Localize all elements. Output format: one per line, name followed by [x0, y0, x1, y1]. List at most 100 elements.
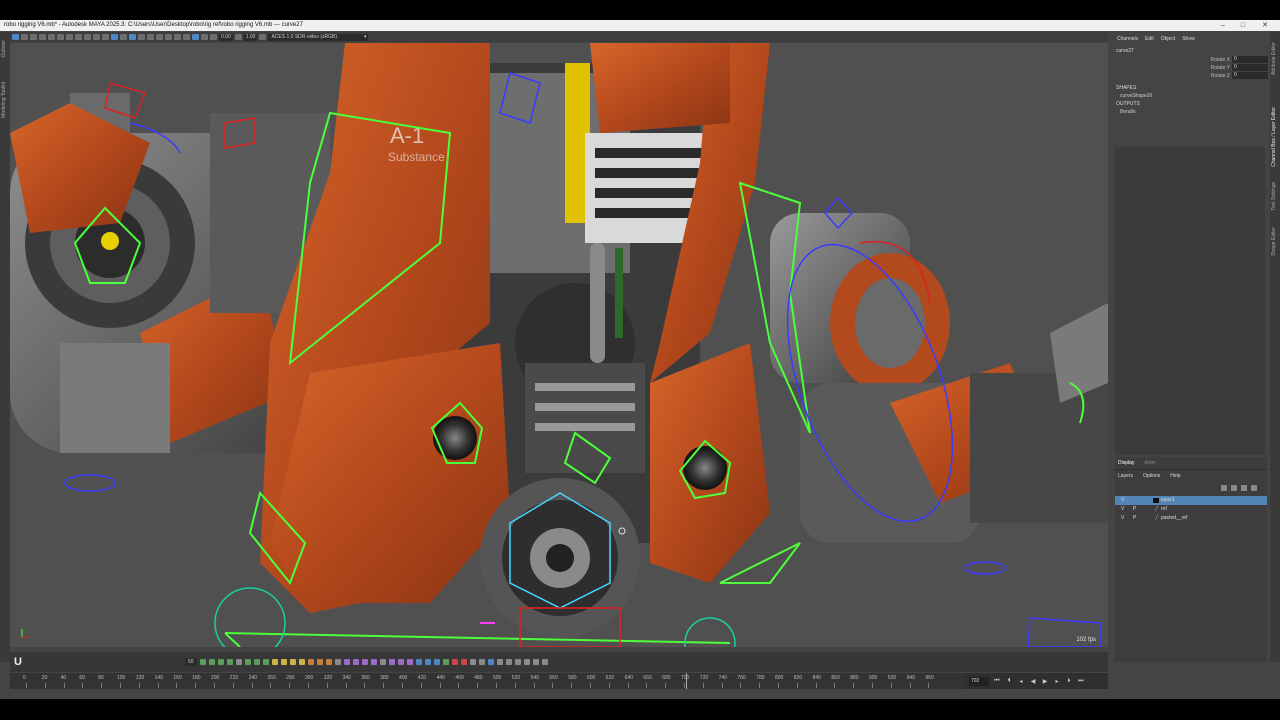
move-layer-up-icon[interactable]	[1221, 485, 1227, 491]
colorspace-select[interactable]: ACES 1.0 SDR-video (sRGB) ▾	[268, 33, 369, 41]
new-empty-layer-icon[interactable]	[1241, 485, 1247, 491]
graph-editor-icon[interactable]	[343, 659, 350, 665]
color-management-icon[interactable]	[259, 34, 267, 40]
anti-aliasing-icon[interactable]	[174, 34, 181, 40]
image-plane-icon[interactable]	[39, 34, 46, 40]
menu-channels[interactable]: Channels	[1117, 36, 1138, 42]
tangent-stepped-icon[interactable]	[334, 659, 341, 665]
bookmark-icon[interactable]	[30, 34, 37, 40]
exposure-field[interactable]: 0.00	[219, 33, 233, 41]
time-editor-icon[interactable]	[370, 659, 377, 665]
maximize-icon[interactable]: □	[1234, 20, 1252, 31]
ghost-icon[interactable]	[379, 659, 386, 665]
3d-viewport[interactable]: A-1 Substance 102 fps	[10, 43, 1108, 647]
layer-row[interactable]: V P ╱ pasted__ref	[1115, 514, 1267, 523]
menu-layers[interactable]: Layers	[1118, 473, 1133, 479]
tangent-flat-icon[interactable]	[325, 659, 332, 665]
go-to-end-icon[interactable]: ⏭	[1077, 678, 1085, 685]
curve-snap-icon[interactable]	[478, 659, 485, 665]
film-gate-icon[interactable]	[57, 34, 64, 40]
step-field[interactable]: 50	[185, 658, 197, 666]
expression-icon[interactable]	[496, 659, 503, 665]
outliner-tab[interactable]: Outliner	[1, 40, 7, 58]
point-constraint-icon[interactable]	[442, 659, 449, 665]
wireframe-icon[interactable]	[102, 34, 109, 40]
layer-playback-toggle[interactable]: P	[1133, 505, 1136, 514]
output-item[interactable]: Bendlo	[1110, 108, 1270, 116]
menu-object[interactable]: Object	[1161, 36, 1175, 42]
shape-editor-tab[interactable]: Shape Editor	[1271, 227, 1277, 256]
menu-edit[interactable]: Edit	[1145, 36, 1154, 42]
step-forward-frame-icon[interactable]: ▸	[1053, 678, 1061, 685]
constraint-icon[interactable]	[415, 659, 422, 665]
set-driven-key-icon[interactable]	[451, 659, 458, 665]
search-icon[interactable]	[541, 659, 548, 665]
menu-help[interactable]: Help	[1170, 473, 1180, 479]
layer-name[interactable]: layer1	[1161, 496, 1175, 505]
move-layer-down-icon[interactable]	[1231, 485, 1237, 491]
tangent-spline-icon[interactable]	[298, 659, 305, 665]
channel-box-tab[interactable]: Channel Box / Layer Editor	[1271, 107, 1277, 167]
resolution-gate-icon[interactable]	[66, 34, 73, 40]
go-to-start-icon[interactable]: ⏮	[993, 678, 1001, 685]
layer-visibility-toggle[interactable]: V	[1121, 514, 1124, 523]
breakdown-icon[interactable]	[262, 659, 269, 665]
move-key-icon[interactable]	[199, 659, 206, 665]
layer-row[interactable]: V P ╱ ref	[1115, 505, 1267, 514]
layer-name[interactable]: pasted__ref	[1161, 514, 1187, 523]
field-chart-icon[interactable]	[84, 34, 91, 40]
layer-row[interactable]: V layer1	[1115, 496, 1267, 505]
layer-name[interactable]: ref	[1161, 505, 1167, 514]
node-editor-icon[interactable]	[514, 659, 521, 665]
menu-options[interactable]: Options	[1143, 473, 1160, 479]
play-forward-icon[interactable]: ▶	[1041, 678, 1049, 685]
hypershade-icon[interactable]	[505, 659, 512, 665]
cache-icon[interactable]	[406, 659, 413, 665]
xray-joints-icon[interactable]	[210, 34, 217, 40]
menu-show[interactable]: Show	[1182, 36, 1195, 42]
xray-icon[interactable]	[201, 34, 208, 40]
layer-visibility-toggle[interactable]: V	[1121, 505, 1124, 514]
play-backward-icon[interactable]: ◀	[1029, 678, 1037, 685]
textured-icon[interactable]	[129, 34, 136, 40]
parent-constraint-icon[interactable]	[424, 659, 431, 665]
depth-of-field-icon[interactable]	[183, 34, 190, 40]
key-selected-icon[interactable]	[253, 659, 260, 665]
region-icon[interactable]	[226, 659, 233, 665]
shadows-icon[interactable]	[147, 34, 154, 40]
tab-anim[interactable]: Anim	[1144, 460, 1155, 466]
dope-sheet-icon[interactable]	[352, 659, 359, 665]
render-icon[interactable]	[532, 659, 539, 665]
tangent-linear-icon[interactable]	[316, 659, 323, 665]
safe-action-icon[interactable]	[93, 34, 100, 40]
motion-blur-icon[interactable]	[165, 34, 172, 40]
lattice-icon[interactable]	[217, 659, 224, 665]
step-back-frame-icon[interactable]: ◂	[1017, 678, 1025, 685]
motion-trail-icon[interactable]	[388, 659, 395, 665]
time-slider[interactable]: 0 20 40 60 80 100 120 140 160 180 200 220 240 260 280 3…	[10, 673, 965, 689]
step-back-key-icon[interactable]: ⏴	[1005, 678, 1013, 685]
tangent-clamped-icon[interactable]	[307, 659, 314, 665]
orient-constraint-icon[interactable]	[433, 659, 440, 665]
favorite-icon[interactable]	[523, 659, 530, 665]
key-all-icon[interactable]	[244, 659, 251, 665]
tool-settings-tab[interactable]: Tool Settings	[1271, 182, 1277, 211]
attribute-rotate-z[interactable]: Rotate Z 0	[1110, 72, 1270, 80]
gamma-field[interactable]: 1.00	[243, 33, 258, 41]
attribute-value[interactable]: 0	[1232, 64, 1268, 71]
select-camera-icon[interactable]	[12, 34, 19, 40]
tangent-auto-icon[interactable]	[289, 659, 296, 665]
isolate-select-icon[interactable]	[192, 34, 199, 40]
attribute-rotate-x[interactable]: Rotate X 0	[1110, 56, 1270, 64]
select-hierarchy-icon[interactable]	[487, 659, 494, 665]
selected-node-name[interactable]: curve27	[1110, 46, 1270, 56]
bake-icon[interactable]	[460, 659, 467, 665]
layer-color-swatch[interactable]	[1153, 498, 1159, 503]
swap-buffer-icon[interactable]	[280, 659, 287, 665]
current-frame-field[interactable]: 702	[969, 676, 989, 686]
tab-display[interactable]: Display	[1118, 460, 1134, 466]
trax-editor-icon[interactable]	[361, 659, 368, 665]
current-time-marker[interactable]	[685, 673, 687, 689]
shape-item[interactable]: curveShape26	[1110, 92, 1270, 100]
attribute-value[interactable]: 0	[1232, 56, 1268, 63]
